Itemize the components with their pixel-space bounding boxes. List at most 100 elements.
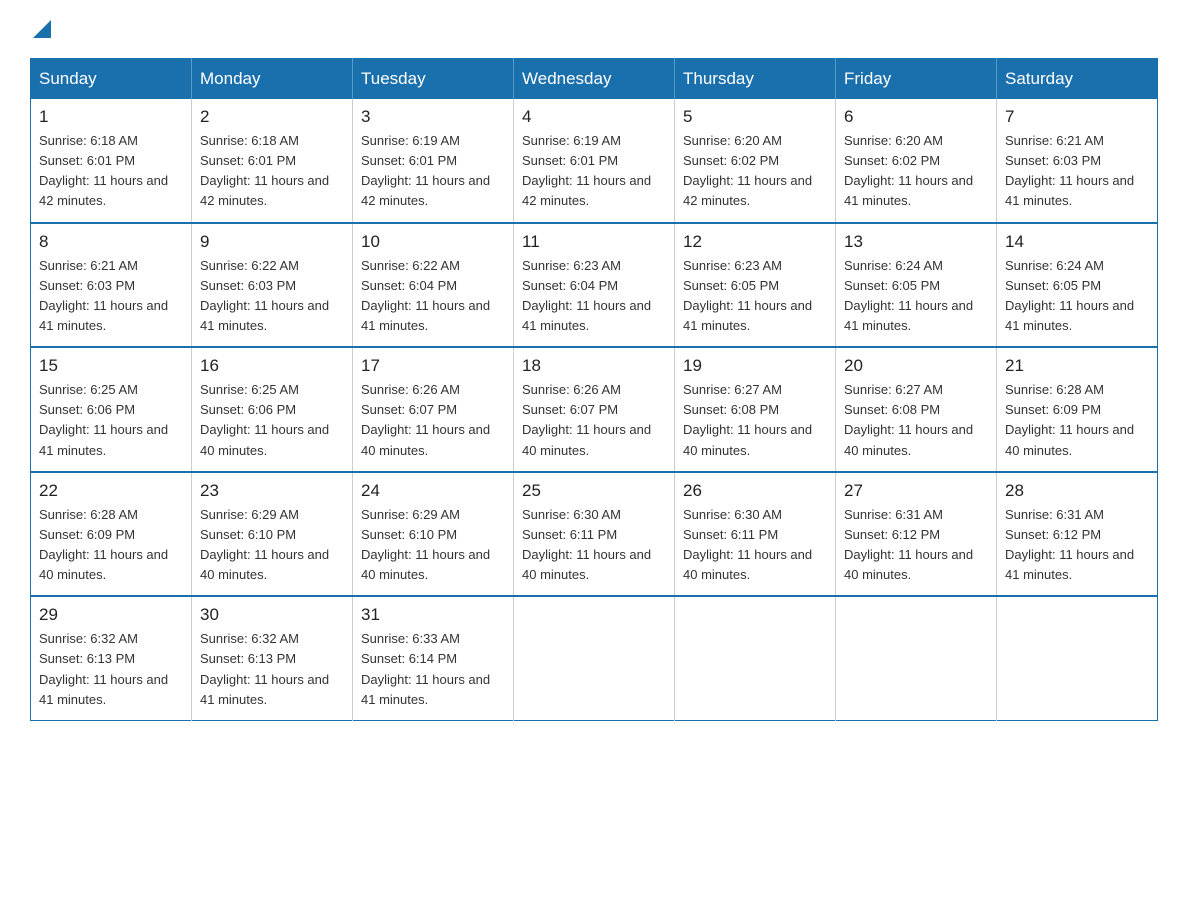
day-info: Sunrise: 6:27 AMSunset: 6:08 PMDaylight:… <box>844 380 988 461</box>
day-info: Sunrise: 6:19 AMSunset: 6:01 PMDaylight:… <box>522 131 666 212</box>
day-number: 4 <box>522 107 666 127</box>
day-number: 16 <box>200 356 344 376</box>
calendar-cell: 21 Sunrise: 6:28 AMSunset: 6:09 PMDaylig… <box>997 347 1158 472</box>
calendar-cell: 13 Sunrise: 6:24 AMSunset: 6:05 PMDaylig… <box>836 223 997 348</box>
calendar-week-5: 29 Sunrise: 6:32 AMSunset: 6:13 PMDaylig… <box>31 596 1158 720</box>
day-info: Sunrise: 6:26 AMSunset: 6:07 PMDaylight:… <box>361 380 505 461</box>
calendar-cell: 12 Sunrise: 6:23 AMSunset: 6:05 PMDaylig… <box>675 223 836 348</box>
day-info: Sunrise: 6:31 AMSunset: 6:12 PMDaylight:… <box>1005 505 1149 586</box>
day-info: Sunrise: 6:30 AMSunset: 6:11 PMDaylight:… <box>683 505 827 586</box>
day-info: Sunrise: 6:33 AMSunset: 6:14 PMDaylight:… <box>361 629 505 710</box>
day-number: 28 <box>1005 481 1149 501</box>
day-number: 22 <box>39 481 183 501</box>
day-info: Sunrise: 6:28 AMSunset: 6:09 PMDaylight:… <box>1005 380 1149 461</box>
day-number: 14 <box>1005 232 1149 252</box>
day-number: 25 <box>522 481 666 501</box>
day-number: 10 <box>361 232 505 252</box>
day-info: Sunrise: 6:25 AMSunset: 6:06 PMDaylight:… <box>200 380 344 461</box>
calendar-cell: 14 Sunrise: 6:24 AMSunset: 6:05 PMDaylig… <box>997 223 1158 348</box>
page-header <box>30 20 1158 40</box>
calendar-cell: 30 Sunrise: 6:32 AMSunset: 6:13 PMDaylig… <box>192 596 353 720</box>
calendar-cell: 5 Sunrise: 6:20 AMSunset: 6:02 PMDayligh… <box>675 99 836 223</box>
day-number: 20 <box>844 356 988 376</box>
calendar-cell: 15 Sunrise: 6:25 AMSunset: 6:06 PMDaylig… <box>31 347 192 472</box>
calendar-cell: 8 Sunrise: 6:21 AMSunset: 6:03 PMDayligh… <box>31 223 192 348</box>
column-header-saturday: Saturday <box>997 59 1158 100</box>
calendar-cell: 3 Sunrise: 6:19 AMSunset: 6:01 PMDayligh… <box>353 99 514 223</box>
day-number: 29 <box>39 605 183 625</box>
day-info: Sunrise: 6:29 AMSunset: 6:10 PMDaylight:… <box>361 505 505 586</box>
calendar-cell <box>836 596 997 720</box>
logo <box>30 20 51 40</box>
day-number: 9 <box>200 232 344 252</box>
day-info: Sunrise: 6:28 AMSunset: 6:09 PMDaylight:… <box>39 505 183 586</box>
calendar-cell: 9 Sunrise: 6:22 AMSunset: 6:03 PMDayligh… <box>192 223 353 348</box>
calendar-cell: 28 Sunrise: 6:31 AMSunset: 6:12 PMDaylig… <box>997 472 1158 597</box>
day-number: 6 <box>844 107 988 127</box>
day-info: Sunrise: 6:22 AMSunset: 6:03 PMDaylight:… <box>200 256 344 337</box>
calendar-cell: 10 Sunrise: 6:22 AMSunset: 6:04 PMDaylig… <box>353 223 514 348</box>
calendar-cell: 20 Sunrise: 6:27 AMSunset: 6:08 PMDaylig… <box>836 347 997 472</box>
day-number: 3 <box>361 107 505 127</box>
day-info: Sunrise: 6:23 AMSunset: 6:05 PMDaylight:… <box>683 256 827 337</box>
day-number: 23 <box>200 481 344 501</box>
calendar-cell: 31 Sunrise: 6:33 AMSunset: 6:14 PMDaylig… <box>353 596 514 720</box>
day-info: Sunrise: 6:22 AMSunset: 6:04 PMDaylight:… <box>361 256 505 337</box>
calendar-cell: 27 Sunrise: 6:31 AMSunset: 6:12 PMDaylig… <box>836 472 997 597</box>
calendar-week-2: 8 Sunrise: 6:21 AMSunset: 6:03 PMDayligh… <box>31 223 1158 348</box>
day-info: Sunrise: 6:29 AMSunset: 6:10 PMDaylight:… <box>200 505 344 586</box>
day-info: Sunrise: 6:32 AMSunset: 6:13 PMDaylight:… <box>200 629 344 710</box>
calendar-cell <box>675 596 836 720</box>
day-number: 13 <box>844 232 988 252</box>
calendar-cell: 24 Sunrise: 6:29 AMSunset: 6:10 PMDaylig… <box>353 472 514 597</box>
calendar-header-row: SundayMondayTuesdayWednesdayThursdayFrid… <box>31 59 1158 100</box>
day-info: Sunrise: 6:20 AMSunset: 6:02 PMDaylight:… <box>844 131 988 212</box>
day-info: Sunrise: 6:21 AMSunset: 6:03 PMDaylight:… <box>1005 131 1149 212</box>
calendar-cell: 2 Sunrise: 6:18 AMSunset: 6:01 PMDayligh… <box>192 99 353 223</box>
column-header-friday: Friday <box>836 59 997 100</box>
calendar-cell: 17 Sunrise: 6:26 AMSunset: 6:07 PMDaylig… <box>353 347 514 472</box>
day-number: 21 <box>1005 356 1149 376</box>
day-info: Sunrise: 6:25 AMSunset: 6:06 PMDaylight:… <box>39 380 183 461</box>
calendar-cell: 23 Sunrise: 6:29 AMSunset: 6:10 PMDaylig… <box>192 472 353 597</box>
day-info: Sunrise: 6:27 AMSunset: 6:08 PMDaylight:… <box>683 380 827 461</box>
day-info: Sunrise: 6:26 AMSunset: 6:07 PMDaylight:… <box>522 380 666 461</box>
column-header-wednesday: Wednesday <box>514 59 675 100</box>
day-number: 27 <box>844 481 988 501</box>
day-info: Sunrise: 6:21 AMSunset: 6:03 PMDaylight:… <box>39 256 183 337</box>
calendar-cell <box>997 596 1158 720</box>
day-number: 19 <box>683 356 827 376</box>
day-number: 12 <box>683 232 827 252</box>
day-info: Sunrise: 6:24 AMSunset: 6:05 PMDaylight:… <box>844 256 988 337</box>
day-number: 11 <box>522 232 666 252</box>
calendar-cell: 25 Sunrise: 6:30 AMSunset: 6:11 PMDaylig… <box>514 472 675 597</box>
day-info: Sunrise: 6:24 AMSunset: 6:05 PMDaylight:… <box>1005 256 1149 337</box>
calendar-week-3: 15 Sunrise: 6:25 AMSunset: 6:06 PMDaylig… <box>31 347 1158 472</box>
day-number: 5 <box>683 107 827 127</box>
day-number: 1 <box>39 107 183 127</box>
calendar-cell: 4 Sunrise: 6:19 AMSunset: 6:01 PMDayligh… <box>514 99 675 223</box>
day-number: 17 <box>361 356 505 376</box>
column-header-sunday: Sunday <box>31 59 192 100</box>
day-number: 2 <box>200 107 344 127</box>
day-number: 8 <box>39 232 183 252</box>
day-info: Sunrise: 6:19 AMSunset: 6:01 PMDaylight:… <box>361 131 505 212</box>
calendar-cell: 18 Sunrise: 6:26 AMSunset: 6:07 PMDaylig… <box>514 347 675 472</box>
column-header-thursday: Thursday <box>675 59 836 100</box>
day-info: Sunrise: 6:32 AMSunset: 6:13 PMDaylight:… <box>39 629 183 710</box>
calendar-week-1: 1 Sunrise: 6:18 AMSunset: 6:01 PMDayligh… <box>31 99 1158 223</box>
day-info: Sunrise: 6:18 AMSunset: 6:01 PMDaylight:… <box>39 131 183 212</box>
calendar-cell: 19 Sunrise: 6:27 AMSunset: 6:08 PMDaylig… <box>675 347 836 472</box>
calendar-cell: 7 Sunrise: 6:21 AMSunset: 6:03 PMDayligh… <box>997 99 1158 223</box>
calendar-cell: 22 Sunrise: 6:28 AMSunset: 6:09 PMDaylig… <box>31 472 192 597</box>
day-info: Sunrise: 6:23 AMSunset: 6:04 PMDaylight:… <box>522 256 666 337</box>
calendar-cell: 6 Sunrise: 6:20 AMSunset: 6:02 PMDayligh… <box>836 99 997 223</box>
calendar-week-4: 22 Sunrise: 6:28 AMSunset: 6:09 PMDaylig… <box>31 472 1158 597</box>
day-number: 26 <box>683 481 827 501</box>
day-info: Sunrise: 6:30 AMSunset: 6:11 PMDaylight:… <box>522 505 666 586</box>
calendar-cell: 1 Sunrise: 6:18 AMSunset: 6:01 PMDayligh… <box>31 99 192 223</box>
day-info: Sunrise: 6:20 AMSunset: 6:02 PMDaylight:… <box>683 131 827 212</box>
calendar-table: SundayMondayTuesdayWednesdayThursdayFrid… <box>30 58 1158 721</box>
day-info: Sunrise: 6:31 AMSunset: 6:12 PMDaylight:… <box>844 505 988 586</box>
day-number: 7 <box>1005 107 1149 127</box>
